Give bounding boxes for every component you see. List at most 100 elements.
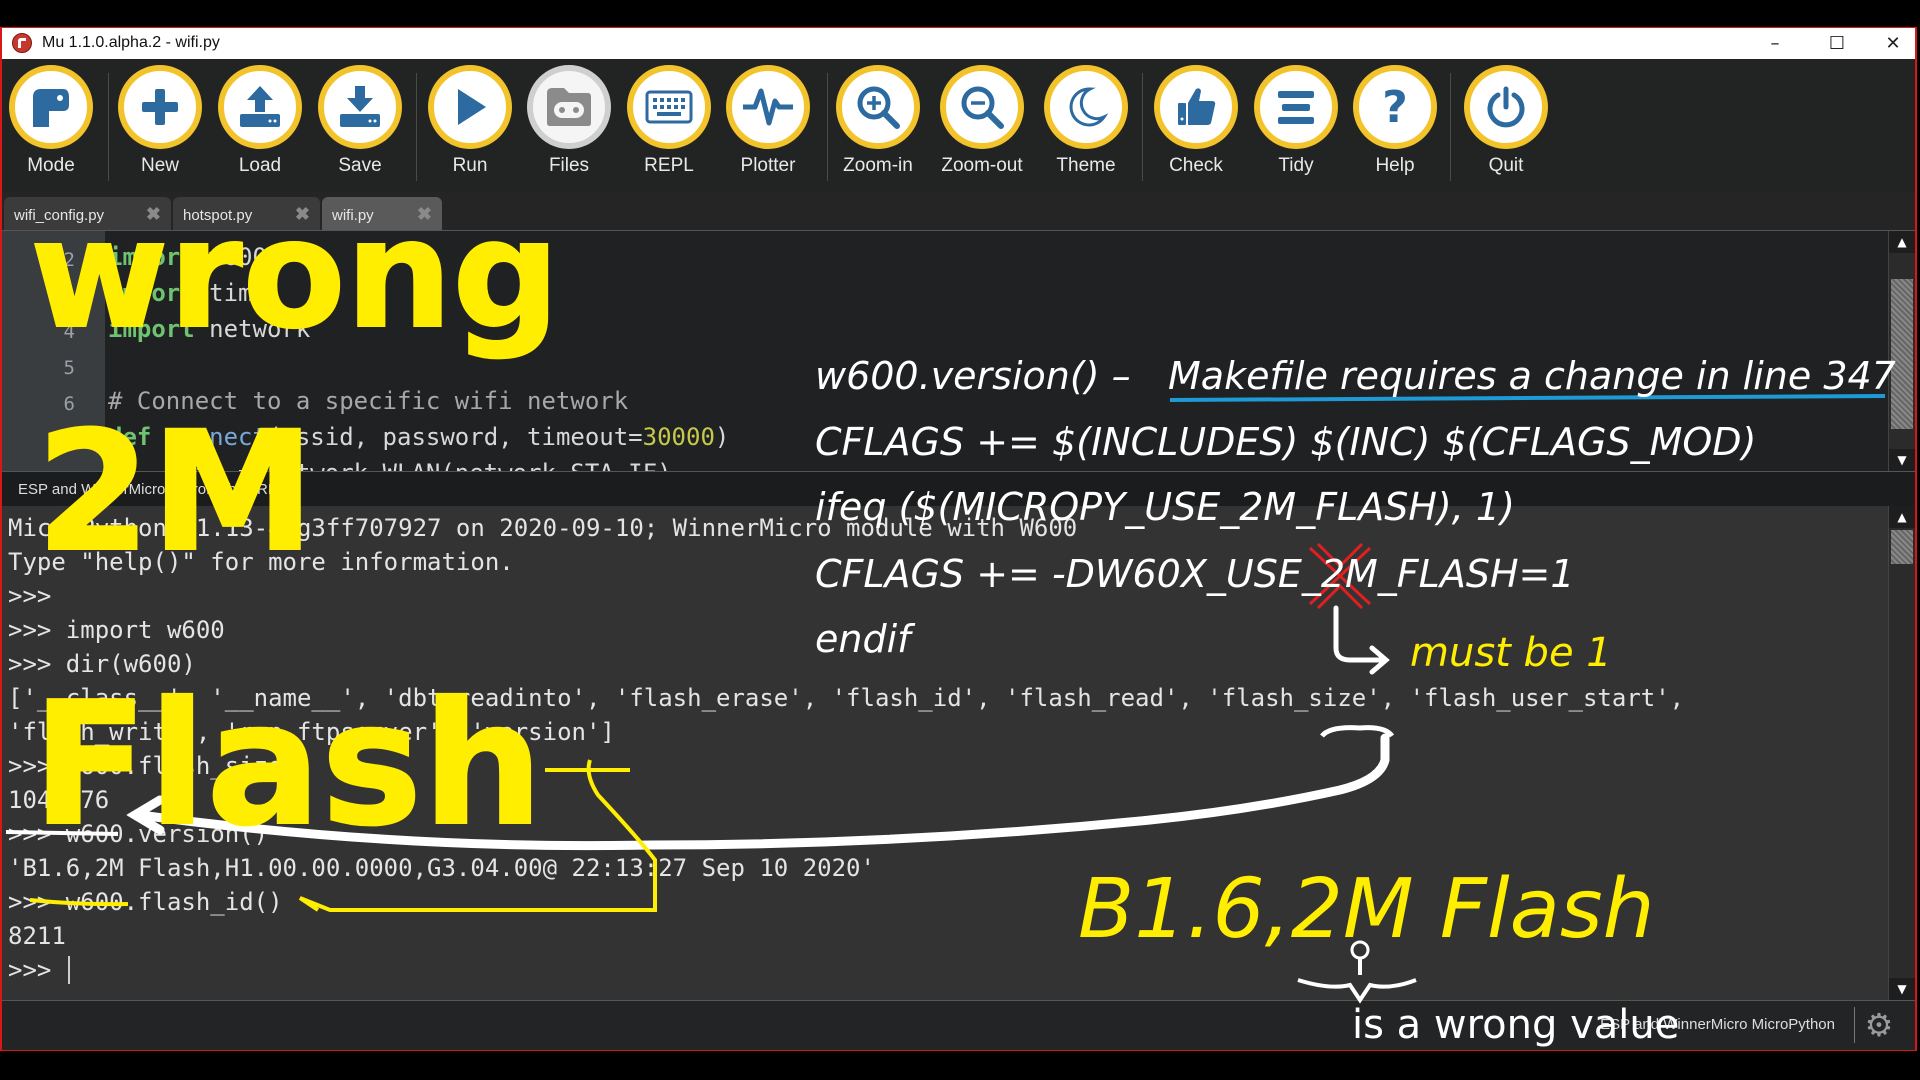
repl-console[interactable]: MicroPython v1.13-4-g3ff707927 on 2020-0… xyxy=(2,506,1915,1000)
tab-label: wifi_config.py xyxy=(14,207,105,224)
repl-prompt[interactable]: >>> xyxy=(8,956,85,984)
check-button[interactable]: Check xyxy=(1151,65,1241,177)
run-label: Run xyxy=(452,155,488,176)
repl-line: >>> w600.flash_id() xyxy=(8,888,283,916)
keyboard-icon xyxy=(645,90,693,124)
plus-icon xyxy=(142,89,178,125)
mode-label: Mode xyxy=(27,155,75,176)
play-icon xyxy=(458,89,486,125)
close-button[interactable]: ✕ xyxy=(1863,28,1920,59)
tidy-icon xyxy=(1278,91,1314,124)
code-line: wifi = network.WLAN(network.STA_IF) xyxy=(108,459,672,471)
line-number: 6 xyxy=(63,393,75,415)
toolbar-divider xyxy=(827,73,828,181)
line-number-gutter: 2 3 4 5 6 7 xyxy=(2,231,105,471)
download-icon xyxy=(340,86,380,127)
save-button[interactable]: Save xyxy=(315,65,405,177)
repl-line: >>> w600.flash_size() xyxy=(8,752,312,780)
power-icon xyxy=(1487,86,1525,128)
code-line: import network xyxy=(108,315,311,343)
repl-line: >>> dir(w600) xyxy=(8,650,196,678)
line-number: 7 xyxy=(63,429,75,451)
question-icon: ? xyxy=(1382,81,1408,133)
tab-wifi-config[interactable]: wifi_config.py ✖ xyxy=(4,197,171,230)
files-label: Files xyxy=(548,155,590,176)
scrollbar-thumb[interactable] xyxy=(1891,279,1913,429)
scroll-up-icon[interactable]: ▲ xyxy=(1889,231,1915,253)
repl-scrollbar[interactable]: ▲ ▼ xyxy=(1888,506,1915,1000)
tab-wifi[interactable]: wifi.py ✖ xyxy=(322,197,442,230)
toolbar-divider xyxy=(416,73,417,181)
editor-scrollbar[interactable]: ▲ ▼ xyxy=(1888,231,1915,471)
maximize-button[interactable]: ☐ xyxy=(1807,28,1867,59)
line-number: 5 xyxy=(63,357,75,379)
quit-button[interactable]: Quit xyxy=(1461,65,1551,177)
new-button[interactable]: New xyxy=(115,65,205,177)
theme-button[interactable]: Theme xyxy=(1041,65,1131,177)
files-icon xyxy=(547,88,591,126)
save-label: Save xyxy=(338,155,382,176)
zoom-in-button[interactable]: Zoom-in xyxy=(833,65,923,177)
tab-hotspot[interactable]: hotspot.py ✖ xyxy=(173,197,320,230)
tab-label: hotspot.py xyxy=(183,207,253,224)
mu-editor-window: Mu 1.1.0.alpha.2 - wifi.py – ☐ ✕ Mode Ne… xyxy=(0,27,1917,1051)
code-editor[interactable]: 2 3 4 5 6 7 import w600 import time impo… xyxy=(2,231,1915,471)
mode-icon xyxy=(33,89,69,127)
repl-line: >>> w600.version() xyxy=(8,820,269,848)
thumbs-up-icon xyxy=(1178,88,1216,125)
repl-line: 'flash_write', 'run_ftpserver', 'version… xyxy=(8,718,615,746)
help-label: Help xyxy=(1375,155,1415,176)
toolbar-divider xyxy=(1450,73,1451,181)
mode-button[interactable]: Mode xyxy=(6,65,96,177)
zoom-out-button[interactable]: Zoom-out xyxy=(937,65,1027,177)
close-tab-icon[interactable]: ✖ xyxy=(295,204,310,225)
pulse-icon xyxy=(743,88,793,126)
scroll-down-icon[interactable]: ▼ xyxy=(1889,449,1915,471)
line-number: 4 xyxy=(63,321,75,343)
tidy-label: Tidy xyxy=(1278,155,1314,176)
file-tabs: wifi_config.py ✖ hotspot.py ✖ wifi.py ✖ xyxy=(2,192,1915,231)
plotter-button[interactable]: Plotter xyxy=(723,65,813,177)
toolbar-divider xyxy=(108,73,109,181)
toolbar: Mode New Load Save Run Files REPL Plotte… xyxy=(2,59,1915,192)
zoom-in-label: Zoom-in xyxy=(843,155,913,176)
status-bar: ESP and WinnerMicro MicroPython ⚙ xyxy=(2,1000,1915,1050)
mu-logo-icon xyxy=(12,33,32,53)
plotter-label: Plotter xyxy=(740,155,796,176)
help-button[interactable]: ? Help xyxy=(1350,65,1440,177)
line-number: 2 xyxy=(63,249,75,271)
tidy-button[interactable]: Tidy xyxy=(1251,65,1341,177)
files-button[interactable]: Files xyxy=(524,65,614,177)
window-title: Mu 1.1.0.alpha.2 - wifi.py xyxy=(42,34,220,51)
repl-button[interactable]: REPL xyxy=(624,65,714,177)
repl-title: ESP and WinnerMicro MicroPython REPL xyxy=(18,481,297,498)
code-line: import time xyxy=(108,279,267,307)
gear-icon[interactable]: ⚙ xyxy=(1854,1006,1903,1044)
repl-pane-header: ESP and WinnerMicro MicroPython REPL xyxy=(2,471,1915,507)
code-line: import w600 xyxy=(108,243,267,271)
scrollbar-thumb[interactable] xyxy=(1891,530,1913,564)
repl-line: 'B1.6,2M Flash,H1.00.00.0000,G3.04.00@ 2… xyxy=(8,854,875,882)
run-button[interactable]: Run xyxy=(425,65,515,177)
code-line: def connect(essid, password, timeout=300… xyxy=(108,423,730,451)
moon-icon xyxy=(1069,87,1108,127)
load-button[interactable]: Load xyxy=(215,65,305,177)
close-tab-icon[interactable]: ✖ xyxy=(146,204,161,225)
zoom-out-icon xyxy=(961,86,1004,129)
scroll-up-icon[interactable]: ▲ xyxy=(1889,506,1915,528)
repl-line: ['__class__', '__name__', 'dbt_readinto'… xyxy=(8,684,1685,712)
line-number: 3 xyxy=(63,285,75,307)
minimize-button[interactable]: – xyxy=(1745,28,1805,59)
theme-label: Theme xyxy=(1056,155,1116,176)
mode-indicator[interactable]: ESP and WinnerMicro MicroPython xyxy=(1600,1016,1835,1033)
load-label: Load xyxy=(238,155,282,176)
title-bar: Mu 1.1.0.alpha.2 - wifi.py – ☐ ✕ xyxy=(2,28,1915,60)
scroll-down-icon[interactable]: ▼ xyxy=(1889,978,1915,1000)
repl-line: >>> xyxy=(8,582,52,610)
check-label: Check xyxy=(1169,155,1223,176)
repl-line: MicroPython v1.13-4-g3ff707927 on 2020-0… xyxy=(8,514,1078,542)
close-tab-icon[interactable]: ✖ xyxy=(417,204,432,225)
repl-line: Type "help()" for more information. xyxy=(8,548,514,576)
repl-line: >>> import w600 xyxy=(8,616,225,644)
toolbar-divider xyxy=(1142,73,1143,181)
